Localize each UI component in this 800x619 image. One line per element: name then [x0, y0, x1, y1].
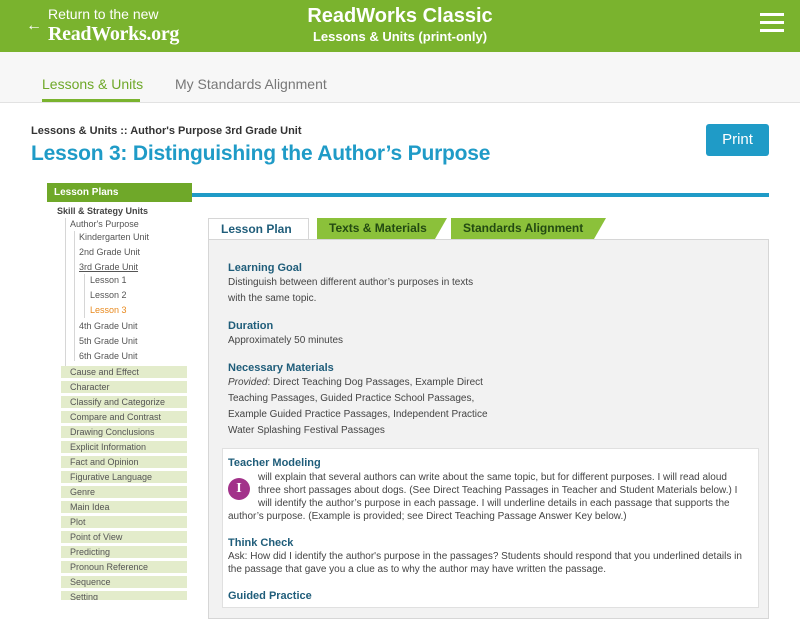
duration-heading: Duration: [228, 320, 274, 332]
sidebar-skill-fact-and-opinion[interactable]: Fact and Opinion: [61, 456, 187, 468]
sidebar-kindergarten-unit[interactable]: Kindergarten Unit: [79, 232, 149, 243]
sidebar-skill-point-of-view[interactable]: Point of View: [61, 531, 187, 543]
modeling-line-4: author’s purpose. (Example is provided; …: [228, 511, 627, 522]
modeling-line-2: three short passages about dogs. (See Di…: [258, 485, 738, 496]
sidebar-heading-lesson-plans[interactable]: Lesson Plans: [47, 183, 192, 202]
sidebar-skill-compare-and-contrast[interactable]: Compare and Contrast: [61, 411, 187, 423]
sidebar-skill-cause-and-effect[interactable]: Cause and Effect: [61, 366, 187, 378]
materials-line-3: Example Guided Practice Passages, Indepe…: [228, 409, 488, 420]
site-title-main: ReadWorks Classic: [307, 5, 493, 27]
sidebar-skill-setting[interactable]: Setting: [61, 591, 187, 600]
sidebar-lesson-2[interactable]: Lesson 2: [90, 290, 127, 301]
sidebar-skill-main-idea[interactable]: Main Idea: [61, 501, 187, 513]
sidebar-skill-plot[interactable]: Plot: [61, 516, 187, 528]
sidebar-3rd-grade-unit[interactable]: 3rd Grade Unit: [79, 262, 138, 273]
think-check-line-2: the passage that gave you a clue as to w…: [228, 564, 607, 575]
learning-goal-heading: Learning Goal: [228, 262, 302, 274]
think-check-line-1: Ask: How did I identify the author's pur…: [228, 551, 742, 562]
active-tab-indicator: [42, 99, 140, 102]
top-header: ← Return to the new ReadWorks.org ReadWo…: [0, 0, 800, 52]
menu-icon[interactable]: [760, 13, 784, 35]
print-button[interactable]: Print: [706, 124, 769, 156]
site-title-sub: Lessons & Units (print-only): [312, 29, 488, 44]
materials-provided-label: Provided: [228, 377, 268, 388]
sidebar-skill-classify-and-categorize[interactable]: Classify and Categorize: [61, 396, 187, 408]
tree-line: [74, 231, 75, 361]
tab-texts-materials[interactable]: Texts & Materials: [317, 218, 447, 239]
sidebar-skill-drawing-conclusions[interactable]: Drawing Conclusions: [61, 426, 187, 438]
divider: [192, 193, 769, 197]
sidebar-2nd-grade-unit[interactable]: 2nd Grade Unit: [79, 247, 140, 258]
sidebar-lesson-3[interactable]: Lesson 3: [90, 305, 127, 316]
learning-goal-line-1: Distinguish between different author’s p…: [228, 277, 474, 288]
teacher-i-icon: I: [228, 478, 250, 500]
modeling-line-3: will identify the author’s purpose in ea…: [258, 498, 730, 509]
back-arrow-icon: ←: [26, 17, 42, 34]
tab-my-standards-alignment[interactable]: My Standards Alignment: [175, 76, 327, 92]
sidebar-5th-grade-unit[interactable]: 5th Grade Unit: [79, 336, 138, 347]
tab-standards-alignment[interactable]: Standards Alignment: [451, 218, 606, 239]
teacher-modeling-heading: Teacher Modeling: [228, 457, 321, 469]
tab-lesson-plan[interactable]: Lesson Plan: [208, 218, 309, 239]
tree-line: [84, 274, 85, 318]
sidebar-skill-explicit-information[interactable]: Explicit Information: [61, 441, 187, 453]
secondary-nav: Lessons & Units My Standards Alignment: [0, 52, 800, 103]
return-to-new-readworks-link[interactable]: ← Return to the new ReadWorks.org: [26, 6, 196, 46]
sidebar-skill-predicting[interactable]: Predicting: [61, 546, 187, 558]
sidebar-skill-character[interactable]: Character: [61, 381, 187, 393]
tab-lessons-units[interactable]: Lessons & Units: [42, 76, 143, 92]
learning-goal-line-2: with the same topic.: [228, 293, 317, 304]
readworks-logo-text: ReadWorks.org: [48, 23, 180, 45]
breadcrumb[interactable]: Lessons & Units :: Author's Purpose 3rd …: [31, 125, 302, 137]
page-title: Lesson 3: Distinguishing the Author’s Pu…: [31, 142, 491, 165]
sidebar-skill-strategy-units[interactable]: Skill & Strategy Units: [57, 206, 148, 217]
sidebar-authors-purpose[interactable]: Author's Purpose: [70, 219, 139, 230]
sidebar-skill-figurative-language[interactable]: Figurative Language: [61, 471, 187, 483]
sidebar-skill-pronoun-reference[interactable]: Pronoun Reference: [61, 561, 187, 573]
materials-line-4: Water Splashing Festival Passages: [228, 425, 385, 436]
think-check-heading: Think Check: [228, 537, 294, 549]
sidebar-6th-grade-unit[interactable]: 6th Grade Unit: [79, 351, 138, 362]
sidebar-4th-grade-unit[interactable]: 4th Grade Unit: [79, 321, 138, 332]
materials-line-1: Provided: Direct Teaching Dog Passages, …: [228, 375, 483, 391]
tree-line: [65, 218, 66, 368]
guided-practice-heading: Guided Practice: [228, 590, 312, 602]
sidebar-skill-sequence[interactable]: Sequence: [61, 576, 187, 588]
site-title: ReadWorks Classic Lessons & Units (print…: [250, 4, 550, 46]
return-label: Return to the new: [48, 6, 159, 22]
sidebar-lesson-1[interactable]: Lesson 1: [90, 275, 127, 286]
sidebar-skill-genre[interactable]: Genre: [61, 486, 187, 498]
materials-line-2: Teaching Passages, Guided Practice Schoo…: [228, 393, 475, 404]
modeling-line-1: will explain that several authors can wr…: [258, 472, 727, 483]
materials-heading: Necessary Materials: [228, 362, 334, 374]
duration-text: Approximately 50 minutes: [228, 335, 344, 346]
materials-line-1-text: : Direct Teaching Dog Passages, Example …: [267, 377, 483, 388]
